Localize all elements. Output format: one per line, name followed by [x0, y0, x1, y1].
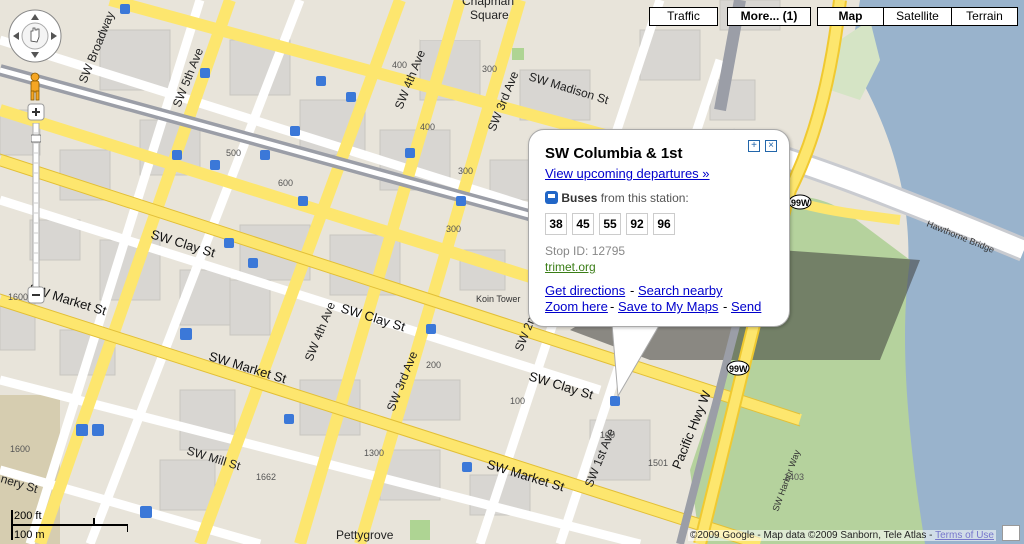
svg-text:100: 100	[510, 396, 525, 406]
scale-bar: 200 ft 100 m	[8, 508, 128, 542]
place-label-chapman: Chapman	[462, 0, 514, 8]
svg-text:1300: 1300	[364, 448, 384, 458]
buses-label: Buses	[561, 191, 598, 205]
svg-text:600: 600	[278, 178, 293, 188]
route-badge[interactable]: 55	[599, 213, 621, 235]
place-label-square: Square	[470, 8, 509, 22]
bus-icon	[545, 191, 558, 204]
zoom-out-button[interactable]	[27, 286, 45, 304]
save-to-my-maps-link[interactable]: Save to My Maps	[618, 299, 718, 314]
svg-text:300: 300	[482, 64, 497, 74]
traffic-button[interactable]: Traffic	[649, 7, 718, 26]
pegman-icon[interactable]	[26, 72, 44, 102]
zoom-here-link[interactable]: Zoom here	[545, 299, 608, 314]
svg-text:1600: 1600	[10, 444, 30, 454]
buses-header: Buses from this station:	[545, 191, 689, 205]
search-nearby-link[interactable]: Search nearby	[638, 283, 723, 298]
svg-text:1662: 1662	[256, 472, 276, 482]
scale-feet: 200 ft	[14, 510, 42, 522]
place-label-pettygrove: Pettygrove	[336, 528, 394, 542]
map-type-satellite-button[interactable]: Satellite	[883, 7, 952, 26]
scale-meters: 100 m	[14, 529, 45, 541]
copyright: ©2009 Google - Map data ©2009 Sanborn, T…	[688, 530, 996, 541]
hwy-99w-shield-north: 99W	[788, 194, 812, 210]
buses-suffix: from this station:	[600, 191, 689, 205]
svg-text:400: 400	[420, 122, 435, 132]
stop-id: Stop ID: 12795	[545, 244, 626, 258]
route-badge[interactable]: 96	[653, 213, 675, 235]
copyright-text: ©2009 Google - Map data ©2009 Sanborn, T…	[690, 530, 936, 541]
close-icon[interactable]: ×	[765, 140, 777, 152]
route-badge[interactable]: 45	[572, 213, 594, 235]
svg-text:500: 500	[226, 148, 241, 158]
zoom-slider[interactable]	[31, 123, 41, 289]
get-directions-link[interactable]: Get directions	[545, 283, 625, 298]
svg-text:1501: 1501	[648, 458, 668, 468]
overview-toggle[interactable]	[1002, 525, 1020, 541]
info-bubble: + × SW Columbia & 1st View upcoming depa…	[528, 129, 790, 327]
separator: -	[723, 299, 728, 314]
svg-text:1403: 1403	[784, 472, 804, 482]
more-layers-button[interactable]: More... (1)	[727, 7, 811, 26]
info-bubble-tail	[610, 324, 662, 398]
svg-text:200: 200	[426, 360, 441, 370]
map-type-map-button[interactable]: Map	[817, 7, 884, 26]
send-link[interactable]: Send	[731, 299, 761, 314]
zoom-slider-handle[interactable]	[31, 134, 41, 143]
route-badge[interactable]: 92	[626, 213, 648, 235]
hwy-99w-shield-south: 99W	[726, 360, 750, 376]
map-canvas[interactable]: SW Broadway SW 5th Ave SW 4th Ave SW 4th…	[0, 0, 1024, 544]
svg-text:99W: 99W	[791, 198, 810, 208]
svg-text:300: 300	[458, 166, 473, 176]
place-label-koin-tower: Koin Tower	[476, 294, 520, 304]
route-list: 38 45 55 92 96	[545, 213, 675, 235]
view-departures-link[interactable]: View upcoming departures »	[545, 166, 710, 181]
pan-control[interactable]	[8, 9, 62, 63]
svg-text:1600: 1600	[8, 292, 28, 302]
separator: -	[630, 283, 635, 298]
map-type-terrain-button[interactable]: Terrain	[951, 7, 1018, 26]
stop-title: SW Columbia & 1st	[545, 145, 683, 162]
svg-text:400: 400	[392, 60, 407, 70]
route-badge[interactable]: 38	[545, 213, 567, 235]
svg-text:99W: 99W	[729, 364, 748, 374]
svg-text:300: 300	[446, 224, 461, 234]
separator: -	[610, 299, 615, 314]
terms-of-use-link[interactable]: Terms of Use	[935, 530, 994, 541]
zoom-in-button[interactable]	[27, 103, 45, 121]
maximize-icon[interactable]: +	[748, 140, 760, 152]
svg-text:100: 100	[600, 430, 615, 440]
agency-link[interactable]: trimet.org	[545, 260, 596, 274]
